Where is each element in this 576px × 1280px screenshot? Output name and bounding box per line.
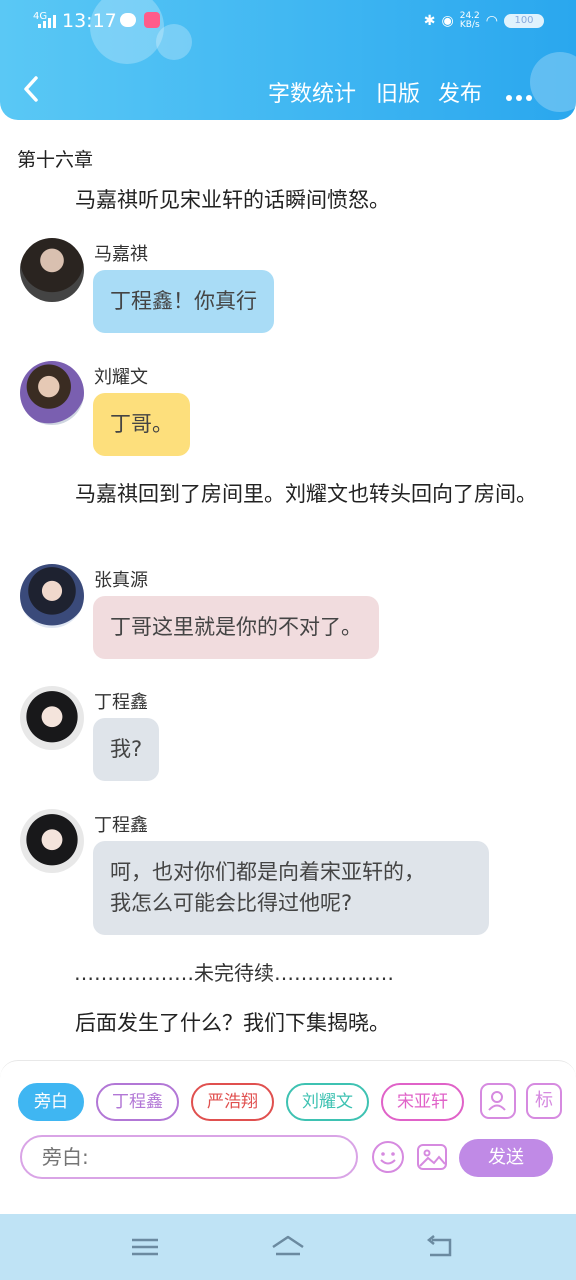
more-options-icon[interactable] xyxy=(506,86,536,105)
signal-icon xyxy=(38,15,56,28)
clock: 13:17 xyxy=(62,10,117,32)
avatar[interactable] xyxy=(20,686,84,750)
avatar[interactable] xyxy=(20,361,84,425)
message-line: 呵，也对你们都是向着宋亚轩的， xyxy=(110,860,425,884)
decor-bubble xyxy=(530,52,576,112)
add-character-icon[interactable] xyxy=(480,1083,516,1119)
alarm-icon: ◉ xyxy=(441,13,454,29)
avatar[interactable] xyxy=(20,564,84,628)
old-version-button[interactable]: 旧版 xyxy=(376,76,420,108)
battery-icon: 100 xyxy=(504,14,544,28)
speaker-chip[interactable]: 严浩翔 xyxy=(191,1083,274,1121)
message-bubble: 呵，也对你们都是向着宋亚轩的， 我怎么可能会比得过他呢? xyxy=(93,841,489,935)
network-speed: 24.2 KB/s xyxy=(459,11,480,30)
message-bubble: 丁程鑫！你真行 xyxy=(93,270,274,333)
message-bubble: 丁哥。 xyxy=(93,393,190,456)
avatar[interactable] xyxy=(20,238,84,302)
emoji-icon[interactable] xyxy=(370,1139,406,1175)
speaker-selector: 旁白 丁程鑫 严浩翔 刘耀文 宋亚轩 xyxy=(18,1083,464,1123)
speaker-name: 丁程鑫 xyxy=(94,815,148,836)
speaker-chip[interactable]: 丁程鑫 xyxy=(96,1083,179,1121)
speaker-name: 张真源 xyxy=(94,570,148,591)
narration-text: 马嘉祺回到了房间里。刘耀文也转头回向了房间。 xyxy=(75,482,537,506)
speaker-chip[interactable]: 刘耀文 xyxy=(286,1083,369,1121)
narration-text: 马嘉祺听见宋业轩的话瞬间愤怒。 xyxy=(75,188,390,212)
speaker-name: 丁程鑫 xyxy=(94,692,148,713)
speaker-name: 刘耀文 xyxy=(94,367,148,388)
image-icon[interactable] xyxy=(414,1139,450,1175)
back-arrow-icon[interactable] xyxy=(18,72,46,106)
speaker-name: 马嘉祺 xyxy=(94,244,148,265)
speaker-chip-narrator[interactable]: 旁白 xyxy=(18,1083,84,1121)
speaker-chip[interactable]: 宋亚轩 xyxy=(381,1083,464,1121)
wifi-icon: ◠ xyxy=(485,13,498,29)
status-bar: 4G 13:17 ✱ ◉ 24.2 KB/s ◠ 100 xyxy=(0,10,576,36)
home-icon[interactable] xyxy=(270,1232,306,1262)
message-input[interactable] xyxy=(20,1135,358,1179)
chapter-title: 第十六章 xyxy=(17,149,94,171)
menu-icon[interactable] xyxy=(128,1232,162,1262)
bluetooth-icon: ✱ xyxy=(423,13,436,29)
narration-text: 后面发生了什么？我们下集揭晓。 xyxy=(75,1011,390,1035)
publish-button[interactable]: 发布 xyxy=(438,76,482,108)
message-line: 我怎么可能会比得过他呢? xyxy=(110,891,353,915)
back-nav-icon[interactable] xyxy=(424,1232,458,1262)
composer-panel: 旁白丁程鑫严浩翔刘耀文宋亚轩 标 发送 xyxy=(0,1060,576,1215)
top-app-bar: 4G 13:17 ✱ ◉ 24.2 KB/s ◠ 100 字数统计 旧版 发布 xyxy=(0,0,576,120)
message-bubble: 丁哥这里就是你的不对了。 xyxy=(93,596,379,659)
avatar[interactable] xyxy=(20,809,84,873)
message-notification-icon xyxy=(120,13,136,27)
system-nav-bar xyxy=(0,1214,576,1280)
to-be-continued-divider: ………………未完待续……………… xyxy=(74,961,394,985)
tag-button[interactable]: 标 xyxy=(526,1083,562,1119)
app-notification-icon xyxy=(144,12,160,28)
message-bubble: 我? xyxy=(93,718,160,781)
send-button[interactable]: 发送 xyxy=(459,1139,553,1177)
word-count-button[interactable]: 字数统计 xyxy=(268,76,356,108)
